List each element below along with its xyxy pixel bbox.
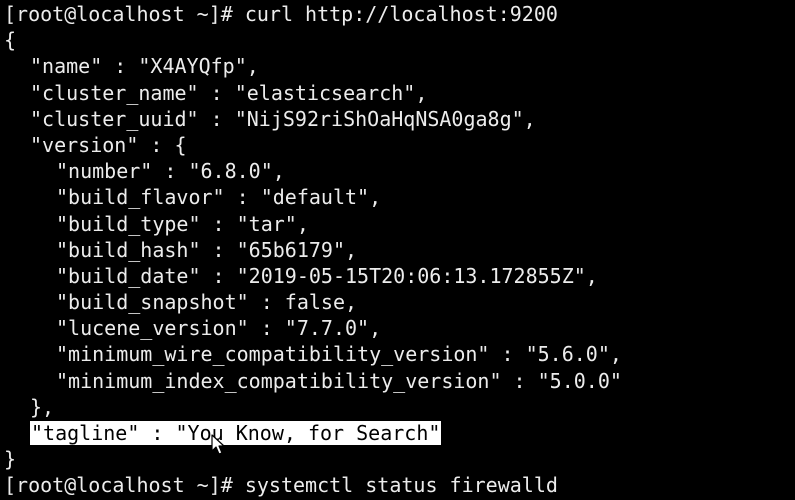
- command-text: curl http://localhost:9200: [244, 2, 558, 26]
- terminal-window[interactable]: [root@localhost ~]# curl http://localhos…: [0, 0, 795, 500]
- json-line-number: "number" : "6.8.0",: [56, 159, 285, 184]
- json-line-tagline: "tagline" : "You Know, for Search": [0, 420, 795, 446]
- command-line-curl: [root@localhost ~]# curl http://localhos…: [0, 1, 795, 27]
- json-line-build-date: "build_date" : "2019-05-15T20:06:13.1728…: [56, 263, 598, 288]
- json-line-build-flavor: "build_flavor" : "default",: [56, 185, 382, 210]
- shell-prompt: [root@localhost ~]#: [4, 473, 245, 498]
- json-line-cluster-uuid: "cluster_uuid" : "NijS92riShOaHqNSA0ga8g…: [30, 106, 536, 131]
- json-close-brace: }: [4, 447, 17, 472]
- json-line-build-hash: "build_hash" : "65b6179",: [56, 237, 358, 262]
- mouse-pointer-icon: [211, 434, 225, 455]
- json-line-name: "name" : "X4AYQfp",: [30, 54, 259, 79]
- command-text: systemctl status firewalld: [244, 473, 558, 498]
- json-open-brace: {: [4, 28, 17, 53]
- json-line-lucene-version: "lucene_version" : "7.7.0",: [56, 316, 382, 341]
- json-line-version-close: },: [30, 394, 55, 419]
- json-line-min-wire-compat: "minimum_wire_compatibility_version" : "…: [56, 342, 622, 367]
- command-line-systemctl: [root@localhost ~]# systemctl status fir…: [0, 472, 795, 498]
- shell-prompt: [root@localhost ~]#: [4, 2, 245, 26]
- json-line-min-index-compat: "minimum_index_compatibility_version" : …: [56, 368, 622, 393]
- json-line-build-type: "build_type" : "tar",: [56, 211, 309, 236]
- json-line-cluster-name: "cluster_name" : "elasticsearch",: [30, 80, 428, 105]
- json-line-version-open: "version" : {: [30, 132, 187, 157]
- selected-text-tagline[interactable]: "tagline" : "You Know, for Search": [30, 421, 442, 445]
- json-line-build-snapshot: "build_snapshot" : false,: [56, 290, 358, 315]
